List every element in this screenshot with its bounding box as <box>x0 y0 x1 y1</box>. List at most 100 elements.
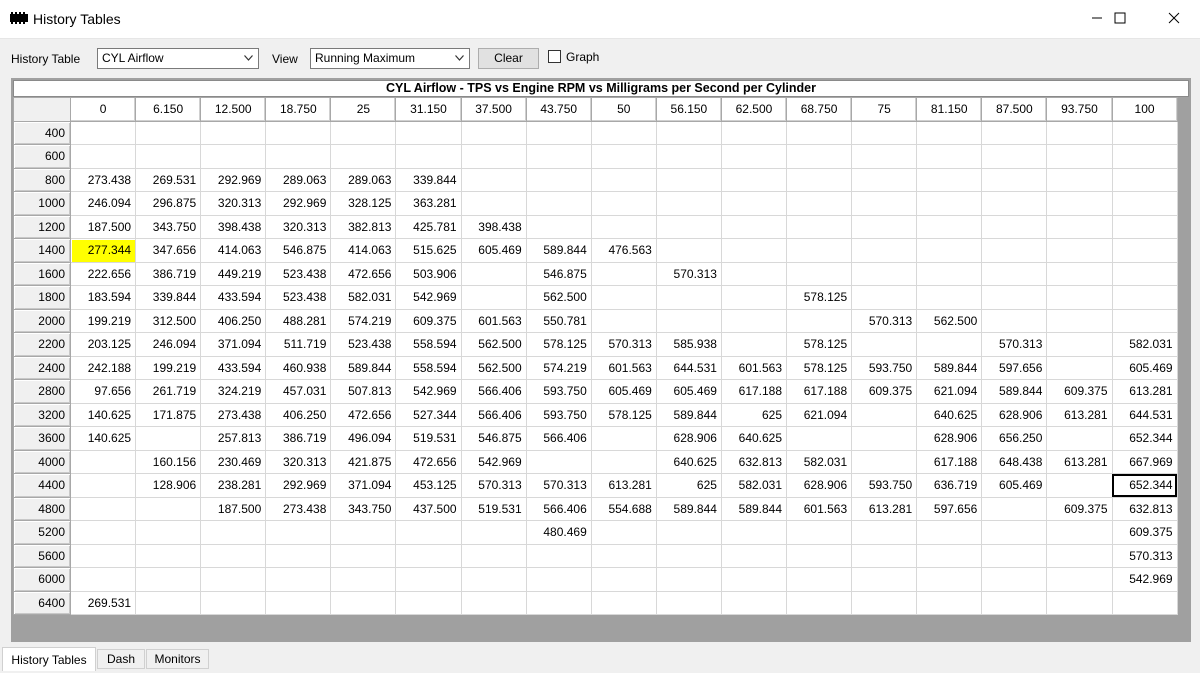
grid-cell[interactable]: 609.375 <box>851 379 918 404</box>
grid-cell[interactable]: 609.375 <box>1046 496 1113 521</box>
grid-cell[interactable] <box>1046 261 1113 286</box>
grid-cell[interactable]: 97.656 <box>69 379 137 404</box>
grid-cell[interactable]: 398.438 <box>200 214 267 239</box>
grid-cell[interactable] <box>265 543 332 568</box>
grid-cell[interactable] <box>720 567 788 592</box>
grid-cell[interactable]: 640.625 <box>916 402 983 427</box>
grid-cell[interactable]: 386.719 <box>135 261 202 286</box>
grid-cell[interactable] <box>851 120 918 145</box>
grid-cell[interactable]: 578.125 <box>786 332 853 357</box>
column-header-tps[interactable]: 56.150 <box>655 97 722 122</box>
grid-cell[interactable] <box>135 520 202 545</box>
grid-cell[interactable] <box>525 167 592 192</box>
grid-cell[interactable]: 578.125 <box>590 402 657 427</box>
grid-cell[interactable] <box>460 120 527 145</box>
grid-cell[interactable]: 667.969 <box>1111 449 1178 474</box>
column-header-tps[interactable]: 0 <box>69 97 137 122</box>
row-header-rpm[interactable]: 5200 <box>13 520 71 545</box>
grid-cell[interactable]: 562.500 <box>460 332 527 357</box>
column-header-tps[interactable]: 31.150 <box>395 97 462 122</box>
grid-cell[interactable] <box>1046 144 1113 169</box>
grid-cell[interactable] <box>1046 308 1113 333</box>
grid-cell[interactable]: 582.031 <box>720 473 788 498</box>
grid-cell[interactable]: 414.063 <box>330 238 397 263</box>
grid-cell[interactable]: 171.875 <box>135 402 202 427</box>
grid-cell[interactable] <box>720 285 788 310</box>
grid-cell[interactable]: 269.531 <box>69 590 137 615</box>
column-header-tps[interactable]: 87.500 <box>981 97 1048 122</box>
grid-cell[interactable] <box>655 520 722 545</box>
grid-cell[interactable]: 343.750 <box>135 214 202 239</box>
grid-cell[interactable] <box>851 144 918 169</box>
grid-cell[interactable]: 363.281 <box>395 191 462 216</box>
column-header-tps[interactable]: 100 <box>1111 97 1178 122</box>
grid-cell[interactable]: 589.844 <box>655 402 722 427</box>
grid-cell[interactable]: 160.156 <box>135 449 202 474</box>
grid-cell[interactable] <box>265 120 332 145</box>
grid-cell[interactable]: 406.250 <box>265 402 332 427</box>
grid-cell[interactable]: 593.750 <box>525 379 592 404</box>
grid-cell[interactable]: 593.750 <box>851 355 918 380</box>
grid-cell[interactable] <box>590 120 657 145</box>
grid-cell[interactable] <box>720 520 788 545</box>
grid-cell[interactable]: 656.250 <box>981 426 1048 451</box>
grid-cell[interactable] <box>1111 238 1178 263</box>
row-header-rpm[interactable]: 3600 <box>13 426 71 451</box>
grid-cell[interactable]: 589.844 <box>981 379 1048 404</box>
grid-cell[interactable] <box>851 191 918 216</box>
grid-cell[interactable] <box>851 285 918 310</box>
grid-cell[interactable]: 519.531 <box>460 496 527 521</box>
grid-cell[interactable]: 621.094 <box>916 379 983 404</box>
column-header-tps[interactable]: 93.750 <box>1046 97 1113 122</box>
grid-cell[interactable]: 605.469 <box>1111 355 1178 380</box>
grid-cell[interactable]: 562.500 <box>525 285 592 310</box>
grid-cell[interactable] <box>1046 191 1113 216</box>
grid-cell[interactable] <box>265 590 332 615</box>
grid-cell[interactable] <box>1046 520 1113 545</box>
grid-cell[interactable] <box>330 543 397 568</box>
grid-cell[interactable] <box>1111 308 1178 333</box>
grid-cell[interactable] <box>655 191 722 216</box>
row-header-rpm[interactable]: 1400 <box>13 238 71 263</box>
grid-cell[interactable]: 613.281 <box>1046 402 1113 427</box>
grid-cell[interactable] <box>1111 167 1178 192</box>
grid-cell[interactable]: 273.438 <box>265 496 332 521</box>
grid-cell[interactable] <box>916 144 983 169</box>
grid-cell[interactable] <box>200 144 267 169</box>
grid-cell[interactable] <box>786 520 853 545</box>
row-header-rpm[interactable]: 6400 <box>13 590 71 615</box>
grid-cell[interactable]: 222.656 <box>69 261 137 286</box>
row-header-rpm[interactable]: 4400 <box>13 473 71 498</box>
grid-cell[interactable] <box>981 285 1048 310</box>
grid-cell[interactable]: 605.469 <box>460 238 527 263</box>
grid-cell[interactable]: 292.969 <box>200 167 267 192</box>
grid-cell[interactable] <box>655 308 722 333</box>
grid-cell[interactable]: 261.719 <box>135 379 202 404</box>
grid-cell[interactable] <box>330 144 397 169</box>
column-header-tps[interactable]: 6.150 <box>135 97 202 122</box>
grid-cell[interactable] <box>851 520 918 545</box>
grid-cell[interactable]: 632.813 <box>720 449 788 474</box>
grid-cell[interactable]: 187.500 <box>200 496 267 521</box>
grid-cell[interactable] <box>981 238 1048 263</box>
grid-cell[interactable] <box>460 191 527 216</box>
grid-cell[interactable]: 609.375 <box>1111 520 1178 545</box>
grid-cell[interactable] <box>786 543 853 568</box>
grid-cell[interactable]: 371.094 <box>200 332 267 357</box>
grid-cell[interactable]: 570.313 <box>525 473 592 498</box>
grid-cell[interactable]: 613.281 <box>851 496 918 521</box>
grid-cell[interactable] <box>395 567 462 592</box>
grid-cell[interactable] <box>786 308 853 333</box>
grid-cell[interactable]: 566.406 <box>460 379 527 404</box>
grid-cell[interactable]: 554.688 <box>590 496 657 521</box>
grid-cell[interactable]: 312.500 <box>135 308 202 333</box>
grid-cell[interactable] <box>1046 543 1113 568</box>
grid-cell[interactable]: 382.813 <box>330 214 397 239</box>
grid-cell[interactable]: 644.531 <box>655 355 722 380</box>
grid-cell[interactable]: 613.281 <box>1111 379 1178 404</box>
grid-cell[interactable] <box>720 261 788 286</box>
column-header-tps[interactable]: 62.500 <box>720 97 788 122</box>
grid-cell[interactable] <box>786 261 853 286</box>
grid-cell[interactable] <box>981 261 1048 286</box>
grid-cell[interactable] <box>525 543 592 568</box>
